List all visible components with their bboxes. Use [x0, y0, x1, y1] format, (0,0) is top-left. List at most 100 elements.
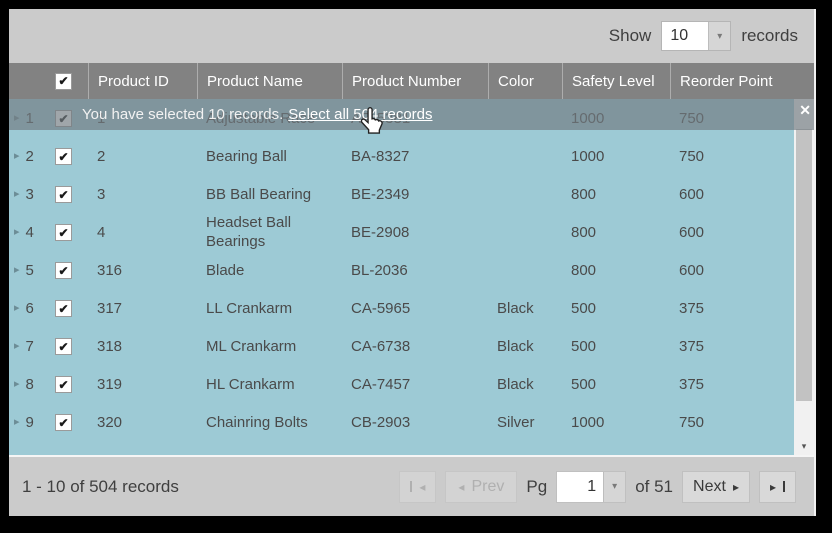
page-size-combo: ▾: [661, 21, 731, 51]
table-row[interactable]: ▸ 7 ✔ 318 ML Crankarm CA-6738 Black 500 …: [9, 327, 796, 365]
page-size-dropdown-button[interactable]: ▾: [708, 22, 730, 50]
close-icon[interactable]: ✕: [799, 102, 811, 119]
cell-safety-level: 1000: [562, 413, 670, 432]
next-arrow-icon: ▸: [733, 481, 739, 493]
row-checkbox[interactable]: ✔: [55, 414, 72, 431]
row-expander-icon[interactable]: ▸: [14, 185, 20, 204]
grid-header-row: ✔ Product ID Product Name Product Number…: [9, 63, 814, 99]
row-checkbox[interactable]: ✔: [55, 262, 72, 279]
row-expander-icon[interactable]: ▸: [14, 413, 20, 432]
page-number-combo: ▾: [556, 471, 626, 503]
check-icon: ✔: [58, 303, 68, 315]
row-expander-icon[interactable]: ▸: [14, 147, 20, 166]
cell-color: Black: [488, 375, 562, 394]
column-header-safety-level[interactable]: Safety Level: [562, 63, 670, 99]
cell-product-number: BE-2908: [342, 223, 488, 242]
cell-reorder-point: 600: [670, 185, 796, 204]
row-checkbox[interactable]: ✔: [55, 300, 72, 317]
data-grid-widget: Show ▾ records ✔ Product ID Product Name…: [9, 9, 816, 516]
cell-product-number: BA-8327: [342, 147, 488, 166]
cell-safety-level: 500: [562, 375, 670, 394]
check-icon: ✔: [58, 189, 68, 201]
vertical-scrollbar[interactable]: ▾: [794, 99, 814, 455]
cell-product-name: HL Crankarm: [197, 375, 342, 394]
column-header-product-number[interactable]: Product Number: [342, 63, 488, 99]
selection-message: You have selected 10 records.: [82, 106, 283, 123]
row-number: 5: [26, 261, 34, 280]
header-checkbox-cell: ✔: [46, 63, 88, 99]
column-header-product-id[interactable]: Product ID: [88, 63, 197, 99]
cell-reorder-point: 375: [670, 375, 796, 394]
cell-safety-level: 800: [562, 223, 670, 242]
chevron-down-icon: ▾: [612, 481, 617, 492]
cell-product-number: BE-2349: [342, 185, 488, 204]
cell-product-id: 318: [88, 337, 197, 356]
row-number: 9: [26, 413, 34, 432]
table-row[interactable]: ▸ 6 ✔ 317 LL Crankarm CA-5965 Black 500 …: [9, 289, 796, 327]
row-checkbox[interactable]: ✔: [55, 224, 72, 241]
page-size-input[interactable]: [662, 22, 708, 50]
next-label: Next: [693, 478, 726, 496]
check-icon: ✔: [58, 151, 68, 163]
cell-product-name: BB Ball Bearing: [197, 185, 342, 204]
row-number: 8: [26, 375, 34, 394]
scrollbar-thumb[interactable]: [796, 129, 812, 401]
cell-product-id: 3: [88, 185, 197, 204]
cell-reorder-point: 600: [670, 223, 796, 242]
last-page-button[interactable]: ▸: [759, 471, 796, 503]
scrollbar-down-button[interactable]: ▾: [794, 438, 814, 455]
cell-reorder-point: 600: [670, 261, 796, 280]
first-page-icon: [410, 481, 412, 492]
table-row[interactable]: ▸ 5 ✔ 316 Blade BL-2036 800 600: [9, 251, 796, 289]
row-expander-icon[interactable]: ▸: [14, 337, 20, 356]
last-page-icon: ▸: [770, 481, 776, 493]
cell-product-id: 2: [88, 147, 197, 166]
row-expander-icon[interactable]: ▸: [14, 223, 20, 242]
row-expander-icon[interactable]: ▸: [14, 261, 20, 280]
column-header-product-name[interactable]: Product Name: [197, 63, 342, 99]
row-expander-icon[interactable]: ▸: [14, 299, 20, 318]
check-icon: ✔: [58, 417, 68, 429]
cell-product-name: LL Crankarm: [197, 299, 342, 318]
select-all-checkbox[interactable]: ✔: [55, 73, 72, 90]
cell-product-name: Blade: [197, 261, 342, 280]
table-row[interactable]: ▸ 8 ✔ 319 HL Crankarm CA-7457 Black 500 …: [9, 365, 796, 403]
row-checkbox[interactable]: ✔: [55, 376, 72, 393]
row-checkbox[interactable]: ✔: [55, 186, 72, 203]
check-icon: ✔: [58, 227, 68, 239]
table-row[interactable]: ▸ 4 ✔ 4 Headset Ball Bearings BE-2908 80…: [9, 213, 796, 251]
next-page-button[interactable]: Next ▸: [682, 471, 750, 503]
cell-product-number: CB-2903: [342, 413, 488, 432]
cell-reorder-point: 375: [670, 337, 796, 356]
page-number-dropdown-button[interactable]: ▾: [603, 472, 625, 502]
table-row[interactable]: ▸ 2 ✔ 2 Bearing Ball BA-8327 1000 750: [9, 137, 796, 175]
row-number: 7: [26, 337, 34, 356]
cell-safety-level: 800: [562, 185, 670, 204]
row-checkbox[interactable]: ✔: [55, 338, 72, 355]
row-expander-icon[interactable]: ▸: [14, 375, 20, 394]
selection-notification-bar: You have selected 10 records. Select all…: [9, 99, 814, 130]
prev-arrow-icon: ◂: [458, 481, 464, 493]
chevron-down-icon: ▾: [717, 31, 722, 42]
cell-product-number: BL-2036: [342, 261, 488, 280]
prev-label: Prev: [471, 478, 504, 496]
check-icon: ✔: [58, 341, 68, 353]
table-row[interactable]: ▸ 3 ✔ 3 BB Ball Bearing BE-2349 800 600: [9, 175, 796, 213]
row-checkbox[interactable]: ✔: [55, 148, 72, 165]
column-header-reorder-point[interactable]: Reorder Point: [670, 63, 796, 99]
mouse-cursor: [359, 106, 387, 136]
grid-toolbar: Show ▾ records: [9, 9, 814, 63]
table-row[interactable]: ▸ 9 ✔ 320 Chainring Bolts CB-2903 Silver…: [9, 403, 796, 441]
cell-product-id: 319: [88, 375, 197, 394]
page-number-input[interactable]: [557, 472, 603, 502]
first-page-button[interactable]: ◂: [399, 471, 436, 503]
grid-body: ▸ 1 ✔ 1 Adjustable Race AR-5381 1000 750…: [9, 99, 814, 455]
cell-product-id: 320: [88, 413, 197, 432]
cell-safety-level: 800: [562, 261, 670, 280]
prev-page-button[interactable]: ◂ Prev: [445, 471, 517, 503]
column-header-color[interactable]: Color: [488, 63, 562, 99]
cell-product-name: Bearing Ball: [197, 147, 342, 166]
grid-rows: ▸ 1 ✔ 1 Adjustable Race AR-5381 1000 750…: [9, 99, 796, 441]
header-expander-spacer: [9, 63, 46, 99]
cell-safety-level: 1000: [562, 147, 670, 166]
